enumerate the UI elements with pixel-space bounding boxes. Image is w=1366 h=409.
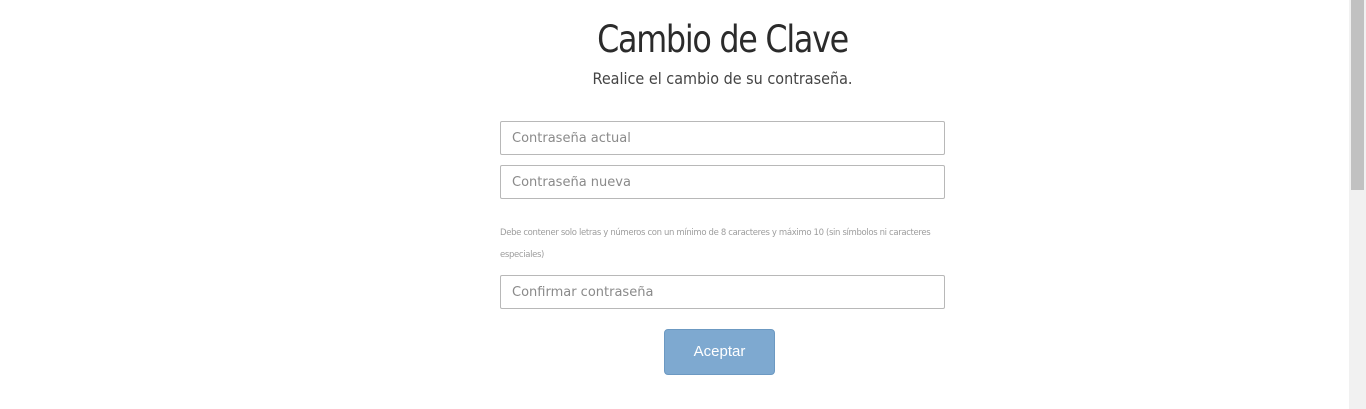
password-requirements-hint: Debe contener solo letras y números con … bbox=[500, 228, 931, 260]
new-password-field[interactable] bbox=[500, 165, 945, 199]
page-scrollbar[interactable] bbox=[1349, 0, 1366, 409]
accept-button[interactable]: Aceptar bbox=[664, 329, 775, 375]
page-subtitle: Realice el cambio de su contraseña. bbox=[592, 69, 853, 88]
page: Cambio de Clave Realice el cambio de su … bbox=[0, 0, 1366, 409]
scrollbar-thumb[interactable] bbox=[1351, 0, 1364, 190]
page-title: Cambio de Clave bbox=[597, 18, 849, 61]
confirm-password-field[interactable] bbox=[500, 275, 945, 309]
current-password-field[interactable] bbox=[500, 121, 945, 155]
